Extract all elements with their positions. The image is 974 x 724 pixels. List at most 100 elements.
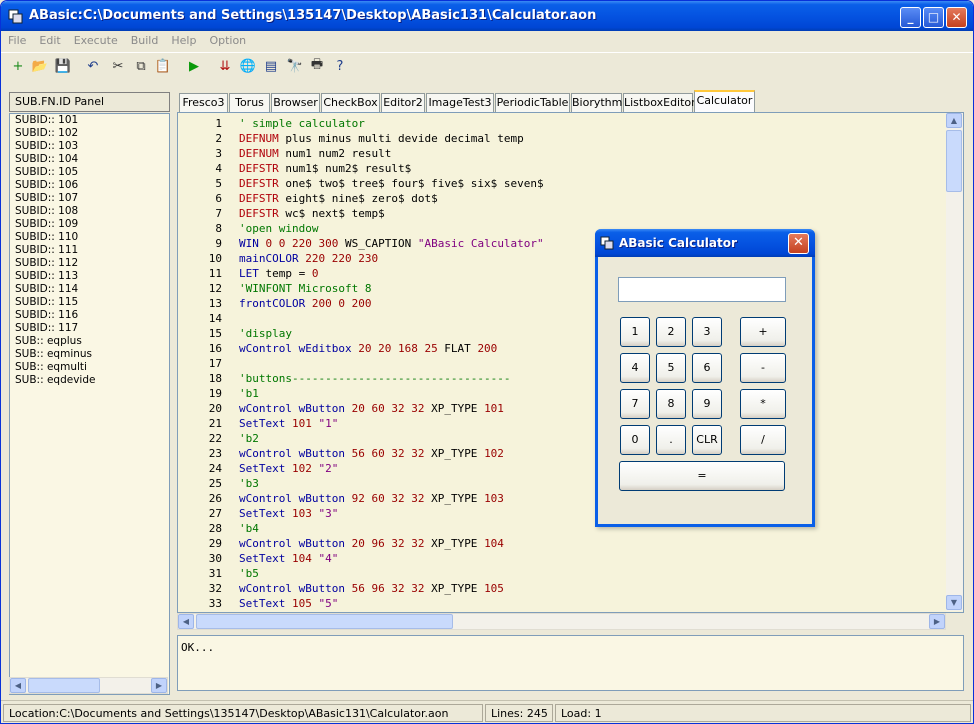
code-line[interactable]: 'buttons--------------------------------…: [239, 371, 511, 386]
help-icon[interactable]: ?: [331, 57, 349, 75]
code-line[interactable]: DEFSTR one$ two$ tree$ four$ five$ six$ …: [239, 176, 544, 191]
new-icon[interactable]: +: [9, 57, 27, 75]
code-line[interactable]: LET temp = 0: [239, 266, 318, 281]
output-pane[interactable]: OK...: [177, 635, 964, 691]
save-icon[interactable]: 💾: [54, 57, 72, 75]
list-item[interactable]: SUBID:: 101: [10, 114, 169, 127]
print-icon[interactable]: 🖶: [308, 57, 326, 75]
code-line[interactable]: 'b4: [239, 521, 259, 536]
list-item[interactable]: SUB:: eqdevide: [10, 374, 169, 387]
document-icon[interactable]: ▤: [262, 57, 280, 75]
code-line[interactable]: DEFNUM num1 num2 result: [239, 146, 391, 161]
subid-list[interactable]: SUBID:: 101 SUBID:: 102 SUBID:: 103 SUBID::…: [9, 113, 170, 695]
code-line[interactable]: ' simple calculator: [239, 116, 365, 131]
menu-option[interactable]: Option: [202, 31, 252, 47]
list-item[interactable]: SUB:: eqmulti: [10, 361, 169, 374]
calc-button-plus[interactable]: +: [740, 317, 786, 347]
code-line[interactable]: 'b5: [239, 566, 259, 581]
globe-icon[interactable]: 🌐: [239, 57, 257, 75]
list-item[interactable]: SUBID:: 107: [10, 192, 169, 205]
tab-calculator[interactable]: Calculator: [694, 90, 755, 112]
calculator-display[interactable]: [618, 277, 786, 302]
title-bar[interactable]: ABasic:C:\Documents and Settings\135147\…: [1, 1, 973, 31]
close-button[interactable]: ✕: [946, 7, 967, 28]
code-line[interactable]: DEFSTR eight$ nine$ zero$ dot$: [239, 191, 438, 206]
calculator-close-button[interactable]: ✕: [788, 233, 809, 254]
tab-checkbox[interactable]: CheckBox: [321, 93, 380, 112]
code-line[interactable]: DEFSTR wc$ next$ temp$: [239, 206, 385, 221]
horizontal-scroll-thumb[interactable]: [196, 614, 453, 629]
code-line[interactable]: DEFSTR num1$ num2$ result$: [239, 161, 411, 176]
code-line[interactable]: wControl wButton 20 60 32 32 XP_TYPE 101: [239, 401, 504, 416]
editor-horizontal-scrollbar[interactable]: ◀ ▶: [177, 613, 946, 630]
scroll-right-icon[interactable]: ▶: [929, 614, 945, 629]
list-item[interactable]: SUBID:: 110: [10, 231, 169, 244]
run-icon[interactable]: ▶: [185, 57, 203, 75]
scroll-right-icon[interactable]: ▶: [151, 678, 167, 693]
maximize-button[interactable]: □: [923, 7, 944, 28]
list-item[interactable]: SUBID:: 112: [10, 257, 169, 270]
list-item[interactable]: SUBID:: 108: [10, 205, 169, 218]
cut-icon[interactable]: ✂: [109, 57, 127, 75]
code-line[interactable]: SetText 105 "5": [239, 596, 338, 611]
code-line[interactable]: mainCOLOR 220 220 230: [239, 251, 378, 266]
code-line[interactable]: wControl wButton 56 60 32 32 XP_TYPE 102: [239, 446, 504, 461]
list-item[interactable]: SUB:: eqplus: [10, 335, 169, 348]
calc-button-divide[interactable]: /: [740, 425, 786, 455]
calc-button-decimal[interactable]: .: [656, 425, 686, 455]
tab-periodictable[interactable]: PeriodicTable: [495, 93, 570, 112]
menu-execute[interactable]: Execute: [67, 31, 124, 47]
calc-button-8[interactable]: 8: [656, 389, 686, 419]
calc-button-minus[interactable]: -: [740, 353, 786, 383]
tab-fresco3[interactable]: Fresco3: [179, 93, 228, 112]
list-item[interactable]: SUBID:: 116: [10, 309, 169, 322]
scroll-left-icon[interactable]: ◀: [10, 678, 26, 693]
scroll-thumb[interactable]: [28, 678, 100, 693]
calc-button-1[interactable]: 1: [620, 317, 650, 347]
list-item[interactable]: SUBID:: 103: [10, 140, 169, 153]
calc-button-6[interactable]: 6: [692, 353, 722, 383]
code-line[interactable]: wControl wButton 92 60 32 32 XP_TYPE 103: [239, 491, 504, 506]
list-item[interactable]: SUBID:: 105: [10, 166, 169, 179]
panel-horizontal-scrollbar[interactable]: ◀ ▶: [9, 677, 168, 694]
copy-icon[interactable]: ⧉: [132, 57, 150, 75]
build-icon[interactable]: ⇊: [216, 57, 234, 75]
list-item[interactable]: SUBID:: 104: [10, 153, 169, 166]
code-line[interactable]: DEFNUM plus minus multi devide decimal t…: [239, 131, 524, 146]
list-item[interactable]: SUB:: eqminus: [10, 348, 169, 361]
menu-file[interactable]: File: [1, 31, 32, 47]
calc-button-2[interactable]: 2: [656, 317, 686, 347]
calc-button-7[interactable]: 7: [620, 389, 650, 419]
tab-imagetest3[interactable]: ImageTest3: [426, 93, 494, 112]
scroll-up-icon[interactable]: ▲: [946, 113, 962, 128]
scroll-down-icon[interactable]: ▼: [946, 595, 962, 610]
calc-button-9[interactable]: 9: [692, 389, 722, 419]
code-line[interactable]: SetText 104 "4": [239, 551, 338, 566]
list-item[interactable]: SUBID:: 115: [10, 296, 169, 309]
code-line[interactable]: wControl wButton 56 96 32 32 XP_TYPE 105: [239, 581, 504, 596]
calc-button-3[interactable]: 3: [692, 317, 722, 347]
paste-icon[interactable]: 📋: [154, 57, 172, 75]
menu-build[interactable]: Build: [124, 31, 165, 47]
calc-button-4[interactable]: 4: [620, 353, 650, 383]
code-line[interactable]: 'display: [239, 326, 292, 341]
code-line[interactable]: 'b3: [239, 476, 259, 491]
tab-torus[interactable]: Torus: [229, 93, 270, 112]
code-line[interactable]: SetText 101 "1": [239, 416, 338, 431]
tab-editor2[interactable]: Editor2: [381, 93, 425, 112]
calc-button-0[interactable]: 0: [620, 425, 650, 455]
list-item[interactable]: SUBID:: 106: [10, 179, 169, 192]
code-line[interactable]: 'WINFONT Microsoft 8: [239, 281, 371, 296]
code-editor[interactable]: 1 ' simple calculator 2 DEFNUM plus minus m…: [177, 112, 964, 613]
code-line[interactable]: 'b1: [239, 386, 259, 401]
scroll-left-icon[interactable]: ◀: [178, 614, 194, 629]
list-item[interactable]: SUBID:: 102: [10, 127, 169, 140]
menu-help[interactable]: Help: [164, 31, 202, 47]
calc-button-clear[interactable]: CLR: [692, 425, 722, 455]
code-line[interactable]: 'b2: [239, 431, 259, 446]
tab-listboxeditor[interactable]: ListboxEditor: [623, 93, 696, 112]
undo-icon[interactable]: ↶: [84, 57, 102, 75]
list-item[interactable]: SUBID:: 113: [10, 270, 169, 283]
list-item[interactable]: SUBID:: 114: [10, 283, 169, 296]
list-item[interactable]: SUBID:: 109: [10, 218, 169, 231]
